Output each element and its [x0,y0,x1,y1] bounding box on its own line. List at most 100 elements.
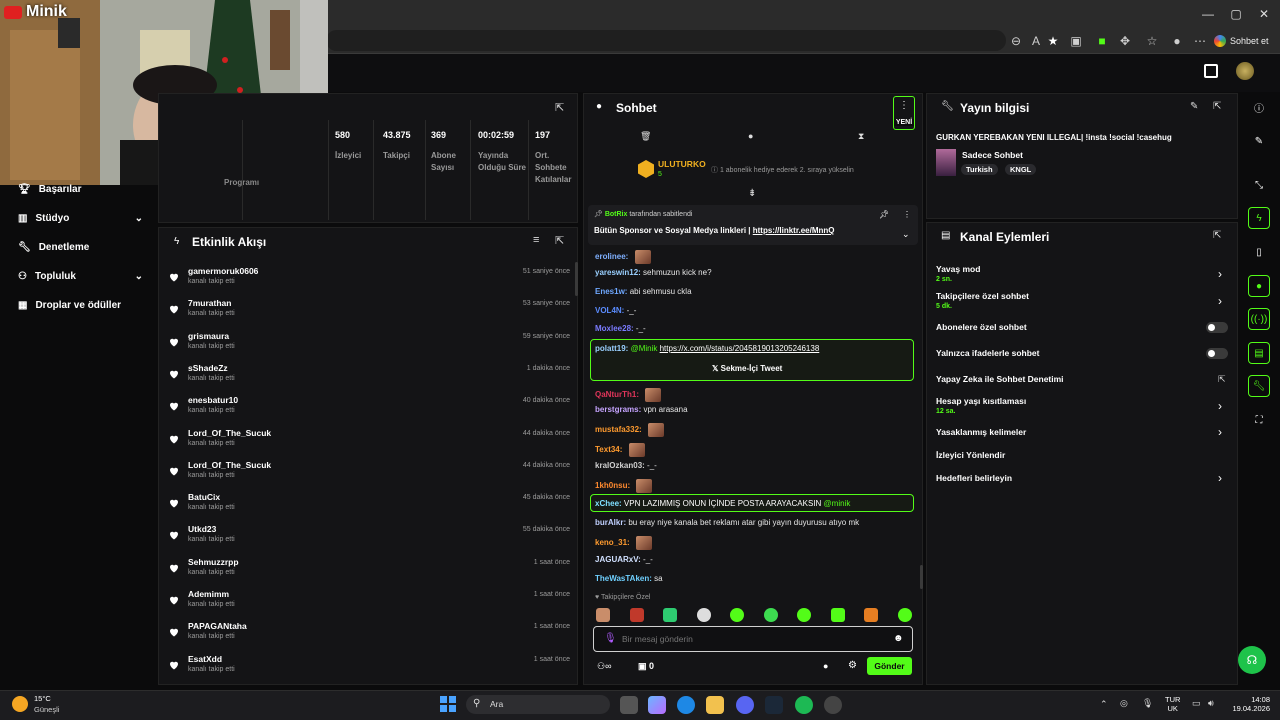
nav-item-studyo[interactable]: ▥ Stüdyo ⌄ [18,213,143,224]
chevron-right-icon[interactable]: › [1218,471,1222,485]
channel-action-row[interactable]: Yalnızca ifadelerle sohbet [936,348,1039,358]
collections-icon[interactable]: ☆ [1144,33,1160,49]
activity-user[interactable]: Sehmuzzrpp [188,557,239,567]
chat-username[interactable]: 1kh0nsu: [595,481,630,490]
more-menu-icon[interactable]: ⋯ [1192,33,1208,49]
microphone-icon[interactable]: 🎙︎ [604,633,617,644]
chat-username[interactable]: TheWasTAken: [595,574,652,583]
stream-tag[interactable]: Turkish [961,164,998,175]
windows-start-icon[interactable] [440,696,456,712]
activity-user[interactable]: gamermoruk0606 [188,266,258,276]
chat-message[interactable]: 1kh0nsu: [595,479,653,493]
activity-user[interactable]: sShadeZz [188,363,228,373]
pencil-icon[interactable]: ✎ [1248,130,1270,152]
chat-icon[interactable]: ● [1248,275,1270,297]
channel-action-row[interactable]: Yapay Zeka ile Sohbet Denetimi [936,374,1064,384]
nav-item-droplar[interactable]: ▦ Droplar ve ödüller [18,300,143,311]
channel-action-row[interactable]: Yavaş mod 2 sn. [936,264,980,283]
filter-icon[interactable]: ≡ [533,234,539,246]
language-indicator[interactable]: TUR UK [1165,695,1180,713]
toggle-switch[interactable] [1206,322,1228,333]
emote-icon[interactable] [663,608,677,622]
address-bar[interactable] [326,30,1006,51]
chat-message[interactable]: kralOzkan03: -_- [595,461,657,470]
activity-user[interactable]: enesbatur10 [188,395,238,405]
activity-item[interactable]: enesbatur10 kanalı takip etti 40 dakika ön… [168,392,573,424]
chevron-right-icon[interactable]: › [1218,267,1222,281]
gear-icon[interactable]: ⚙︎ [848,660,857,671]
chat-username[interactable]: berstgrams: [595,405,641,414]
maximize-icon[interactable]: ▢ [1228,6,1244,22]
clipboard-icon[interactable]: ▯ [1248,241,1270,263]
chat-bubble-icon[interactable]: ● [823,661,828,671]
chat-username[interactable]: polatt19: [595,344,628,353]
wrench-icon[interactable]: 🔧︎ [1248,375,1270,397]
chat-username[interactable]: Moxlee28: [595,324,634,333]
broadcast-icon[interactable]: ((·)) [1248,308,1270,330]
close-icon[interactable]: ✕ [1256,6,1272,22]
spotify-icon[interactable] [795,696,813,714]
chevron-right-icon[interactable]: › [1218,425,1222,439]
tweet-link[interactable]: https://x.com/i/status/20458190132052461… [660,344,820,353]
chat-message[interactable]: VOL4N: -_- [595,306,636,315]
activity-user[interactable]: Lord_Of_The_Sucuk [188,460,271,470]
chat-message[interactable]: mustafa332: [595,423,664,437]
popout-icon[interactable]: ⇱ [555,101,564,114]
chat-username[interactable]: yareswin12: [595,268,641,277]
activity-item[interactable]: EsatXdd kanalı takip etti 1 saat önce [168,651,573,683]
popout-icon[interactable]: ⇱ [1213,230,1221,241]
activity-item[interactable]: Ademimm kanalı takip etti 1 saat önce [168,586,573,618]
activity-item[interactable]: Utkd23 kanalı takip etti 55 dakika önce [168,521,573,553]
extensions-puzzle-icon[interactable]: ✥ [1117,33,1133,49]
activity-item[interactable]: PAPAGANtaha kanalı takip etti 1 saat önce [168,618,573,650]
channel-action-row[interactable]: Takipçilere özel sohbet 5 dk. [936,291,1029,310]
file-explorer-icon[interactable] [706,696,724,714]
activity-user[interactable]: Ademimm [188,589,229,599]
popout-icon[interactable]: ⇱ [1213,101,1221,112]
read-aloud-icon[interactable]: A [1028,33,1044,49]
category-thumbnail[interactable] [936,149,956,176]
tray-chevron-icon[interactable]: ⌃ [1100,699,1108,710]
weather-desc[interactable]: Güneşli [34,705,59,714]
taskbar-search[interactable] [466,695,610,714]
copilot-chat-button[interactable]: Sohbet et [1214,31,1276,51]
emote-icon[interactable] [864,608,878,622]
chat-message[interactable]: burAlkr: bu eray niye kanala bet reklamı… [595,518,859,527]
chat-message[interactable]: QaNturTh1: [595,388,662,402]
emote-icon[interactable] [764,608,778,622]
emote-icon[interactable] [898,608,912,622]
resize-icon[interactable]: ⤡ [1248,174,1270,196]
weather-sun-icon[interactable] [12,696,28,712]
category-name[interactable]: Sadece Sohbet [962,150,1023,160]
chat-message-input[interactable] [622,630,882,648]
nav-item-denetleme[interactable]: 🔧︎ Denetleme [18,242,143,253]
chat-username[interactable]: QaNturTh1: [595,390,639,399]
profile-avatar-icon[interactable]: ● [1169,33,1185,49]
pin-icon[interactable]: 📌︎ [879,210,889,219]
chat-username[interactable]: Text34: [595,445,622,454]
channel-action-row[interactable]: Yasaklanmış kelimeler [936,427,1026,437]
lightning-icon[interactable]: ϟ [1248,207,1270,229]
network-icon[interactable]: ▭ [1192,698,1201,709]
chat-menu-button[interactable]: ⋮ YENİ [893,96,915,130]
activity-item[interactable]: Lord_Of_The_Sucuk kanalı takip etti 44 dak… [168,425,573,457]
extension-icon[interactable]: ▣ [1068,33,1084,49]
activity-item[interactable]: BatuCix kanalı takip etti 45 dakika önce [168,489,573,521]
external-link-icon[interactable]: ⇱ [1218,374,1226,385]
chat-message[interactable]: yareswin12: sehmuzun kick ne? [595,268,712,277]
popout-icon[interactable]: ⇱ [555,234,564,247]
emote-icon[interactable] [630,608,644,622]
chat-icon[interactable]: ● [748,131,753,141]
activity-item[interactable]: 7murathan kanalı takip etti 53 saniye önce [168,295,573,327]
edge-browser-icon[interactable] [677,696,695,714]
toggle-switch[interactable] [1206,348,1228,359]
favorite-star-icon[interactable]: ★ [1045,33,1061,49]
activity-item[interactable]: Sehmuzzrpp kanalı takip etti 1 saat önce [168,554,573,586]
emote-icon[interactable] [596,608,610,622]
tweet-embed-button[interactable]: 𝕏 Sekme-İçi Tweet [712,364,782,373]
channel-action-row[interactable]: İzleyici Yönlendir [936,450,1005,460]
nav-item-basarilar[interactable]: 🏆︎ Başarılar [18,184,143,195]
channel-action-row[interactable]: Abonelere özel sohbet [936,322,1027,332]
emote-icon[interactable] [797,608,811,622]
activity-user[interactable]: PAPAGANtaha [188,621,247,631]
